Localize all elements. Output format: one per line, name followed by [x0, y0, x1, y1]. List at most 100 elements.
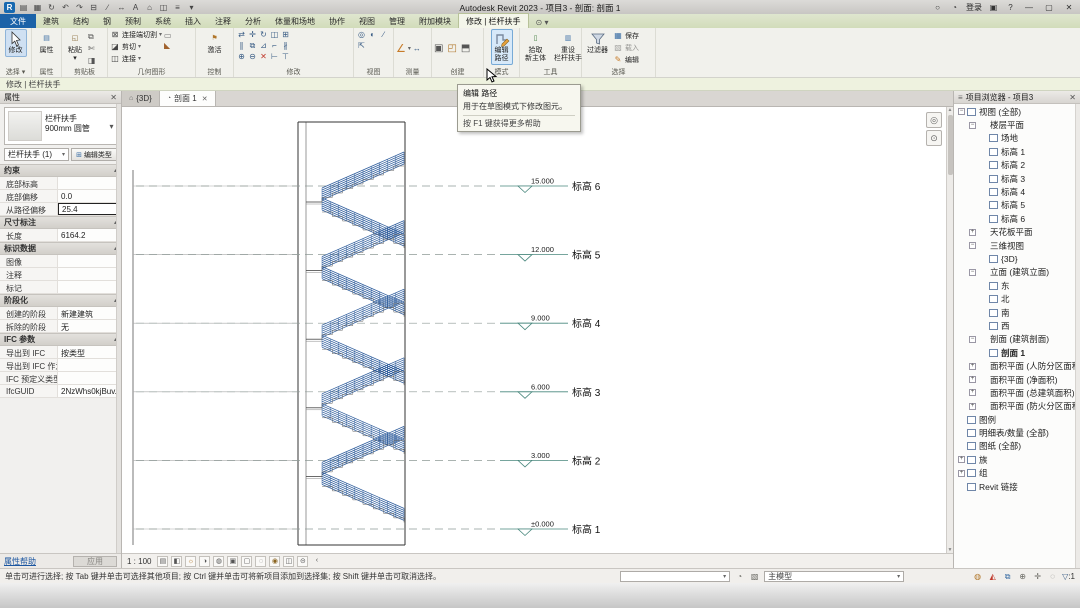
mirror-icon[interactable]: ◫	[269, 29, 280, 40]
collapse-icon[interactable]: −	[958, 108, 965, 115]
detail-level-icon[interactable]: ▤	[157, 556, 168, 567]
design-option-combo[interactable]: 主模型 ▾	[764, 571, 904, 582]
tree-item[interactable]: +族	[954, 453, 1075, 466]
panel-label-geometry[interactable]: 几何图形	[110, 67, 193, 77]
close-button[interactable]: ✕	[1062, 3, 1076, 12]
hide-elements-icon[interactable]: ◎	[356, 29, 367, 40]
tree-item[interactable]: 标高 1	[954, 145, 1075, 158]
load-selection-button[interactable]: ▧载入	[613, 42, 639, 53]
property-value[interactable]	[58, 281, 121, 293]
tree-item[interactable]: 场地	[954, 132, 1075, 145]
select-links-icon[interactable]: ⧉	[1002, 571, 1013, 582]
temporary-hide-icon[interactable]: ◌	[255, 556, 266, 567]
login-label[interactable]: 登录	[966, 2, 982, 13]
default-3d-view-icon[interactable]: ⌂	[144, 2, 155, 13]
activate-controls-button[interactable]: ⚑ 激活	[204, 29, 226, 57]
tree-item[interactable]: 标高 6	[954, 212, 1075, 225]
panel-label-modify[interactable]: 修改	[236, 67, 351, 77]
drag-on-selection-icon[interactable]: ✛	[1032, 571, 1043, 582]
create-assembly-icon[interactable]: ⬒	[461, 43, 470, 54]
join-end-cut-button[interactable]: ⊠连接端切割▾	[110, 29, 162, 40]
tree-item[interactable]: 西	[954, 319, 1075, 332]
temporary-view-properties-icon[interactable]: ◫	[283, 556, 294, 567]
delete-icon[interactable]: ✕	[258, 51, 269, 62]
tab-annotate[interactable]: 注释	[208, 14, 238, 28]
panel-label-view[interactable]: 视图	[356, 67, 391, 77]
match-type-icon[interactable]: ◨	[88, 55, 96, 66]
property-value[interactable]: 按类型	[58, 346, 121, 358]
scale-icon[interactable]: ⊿	[258, 40, 269, 51]
type-selector[interactable]: 栏杆扶手 900mm 圆管 ▾	[4, 107, 117, 145]
create-group-icon[interactable]: ▣	[434, 43, 443, 54]
edit-path-button[interactable]: 编辑 路径	[491, 29, 513, 65]
redo-icon[interactable]: ↷	[74, 2, 85, 13]
filter-button[interactable]: 过滤器	[584, 29, 611, 57]
modify-button[interactable]: 修改	[5, 29, 27, 57]
constraints-icon[interactable]: ⊝	[297, 556, 308, 567]
property-value[interactable]: 25.4	[58, 203, 121, 215]
property-value[interactable]: 无	[58, 320, 121, 332]
save-selection-button[interactable]: ▦保存	[613, 30, 639, 41]
press-drag-icon[interactable]: ◌	[1047, 571, 1058, 582]
properties-close-icon[interactable]: ✕	[110, 93, 117, 102]
editing-requests-icon[interactable]: ◔	[734, 571, 745, 582]
property-group-header[interactable]: 阶段化▴	[0, 294, 121, 307]
properties-button[interactable]: ▤ 属性	[36, 29, 58, 57]
show-crop-icon[interactable]: ▢	[241, 556, 252, 567]
property-group-header[interactable]: IFC 参数▴	[0, 333, 121, 346]
properties-help-link[interactable]: 属性帮助	[4, 556, 36, 567]
canvas-vertical-scrollbar[interactable]: ▲▼	[946, 107, 953, 553]
selection-filter-indicator[interactable]: ▽ : 1	[1062, 572, 1075, 581]
workset-combo[interactable]: ▾	[620, 571, 730, 582]
view-scale[interactable]: 1 : 100	[127, 557, 151, 566]
tab-precast[interactable]: 预制	[118, 14, 148, 28]
expand-icon[interactable]: +	[969, 389, 976, 396]
revit-logo-icon[interactable]: R	[4, 2, 15, 13]
tree-item[interactable]: +天花板平面	[954, 226, 1075, 239]
join-button[interactable]: ◫连接▾	[110, 53, 162, 64]
expand-icon[interactable]: +	[969, 403, 976, 410]
sync-icon[interactable]: ↻	[46, 2, 57, 13]
tree-item[interactable]: +面积平面 (防火分区面积)	[954, 400, 1075, 413]
tree-item[interactable]: 标高 3	[954, 172, 1075, 185]
property-value[interactable]	[58, 268, 121, 280]
property-value[interactable]: 新建建筑	[58, 307, 121, 319]
tree-item[interactable]: Revit 链接	[954, 480, 1075, 493]
tree-item[interactable]: 图例	[954, 413, 1075, 426]
tab-view[interactable]: 视图	[352, 14, 382, 28]
panel-label-create[interactable]: 创建	[434, 67, 481, 77]
aligned-dimension-icon[interactable]: ↔	[413, 44, 421, 53]
edit-type-button[interactable]: ⊞ 编辑类型	[71, 148, 117, 161]
property-value[interactable]: 0.0	[58, 190, 121, 202]
offset-icon[interactable]: ∥	[236, 40, 247, 51]
expand-icon[interactable]: +	[958, 456, 965, 463]
reveal-hidden-icon[interactable]: ◉	[269, 556, 280, 567]
tree-item[interactable]: 标高 5	[954, 199, 1075, 212]
section-icon[interactable]: ◫	[158, 2, 169, 13]
tab-file[interactable]: 文件	[0, 14, 36, 28]
type-selector-dropdown-icon[interactable]: ▾	[107, 108, 116, 144]
move-icon[interactable]: ✛	[247, 29, 258, 40]
cut-to-clipboard-icon[interactable]: ✄	[88, 43, 96, 54]
close-view-tab-icon[interactable]: ✕	[202, 95, 208, 103]
tree-item[interactable]: +面积平面 (总建筑面积)	[954, 386, 1075, 399]
align-icon[interactable]: ⇄	[236, 29, 247, 40]
tree-item[interactable]: −楼层平面	[954, 118, 1075, 131]
properties-palette-header[interactable]: 属性 ✕	[0, 91, 121, 104]
scroll-left-icon[interactable]: ‹	[311, 556, 322, 567]
tab-analyze[interactable]: 分析	[238, 14, 268, 28]
tree-item[interactable]: −立面 (建筑立面)	[954, 266, 1075, 279]
property-group-header[interactable]: 标识数据▴	[0, 242, 121, 255]
displace-elements-icon[interactable]: ⇱	[356, 40, 367, 51]
collapse-icon[interactable]: −	[969, 242, 976, 249]
shadows-icon[interactable]: ◑	[199, 556, 210, 567]
tab-systems[interactable]: 系统	[148, 14, 178, 28]
paint-icon[interactable]: ◣	[164, 41, 172, 50]
tree-item[interactable]: 图纸 (全部)	[954, 440, 1075, 453]
expand-icon[interactable]: +	[969, 363, 976, 370]
panel-label-properties[interactable]: 属性	[34, 67, 59, 77]
override-graphics-icon[interactable]: ◐	[367, 29, 378, 40]
select-pinned-icon[interactable]: ⊕	[1017, 571, 1028, 582]
tree-item[interactable]: −视图 (全部)	[954, 105, 1075, 118]
drawing-canvas[interactable]: 15.000标高 612.000标高 59.000标高 46.000标高 33.…	[122, 107, 953, 553]
